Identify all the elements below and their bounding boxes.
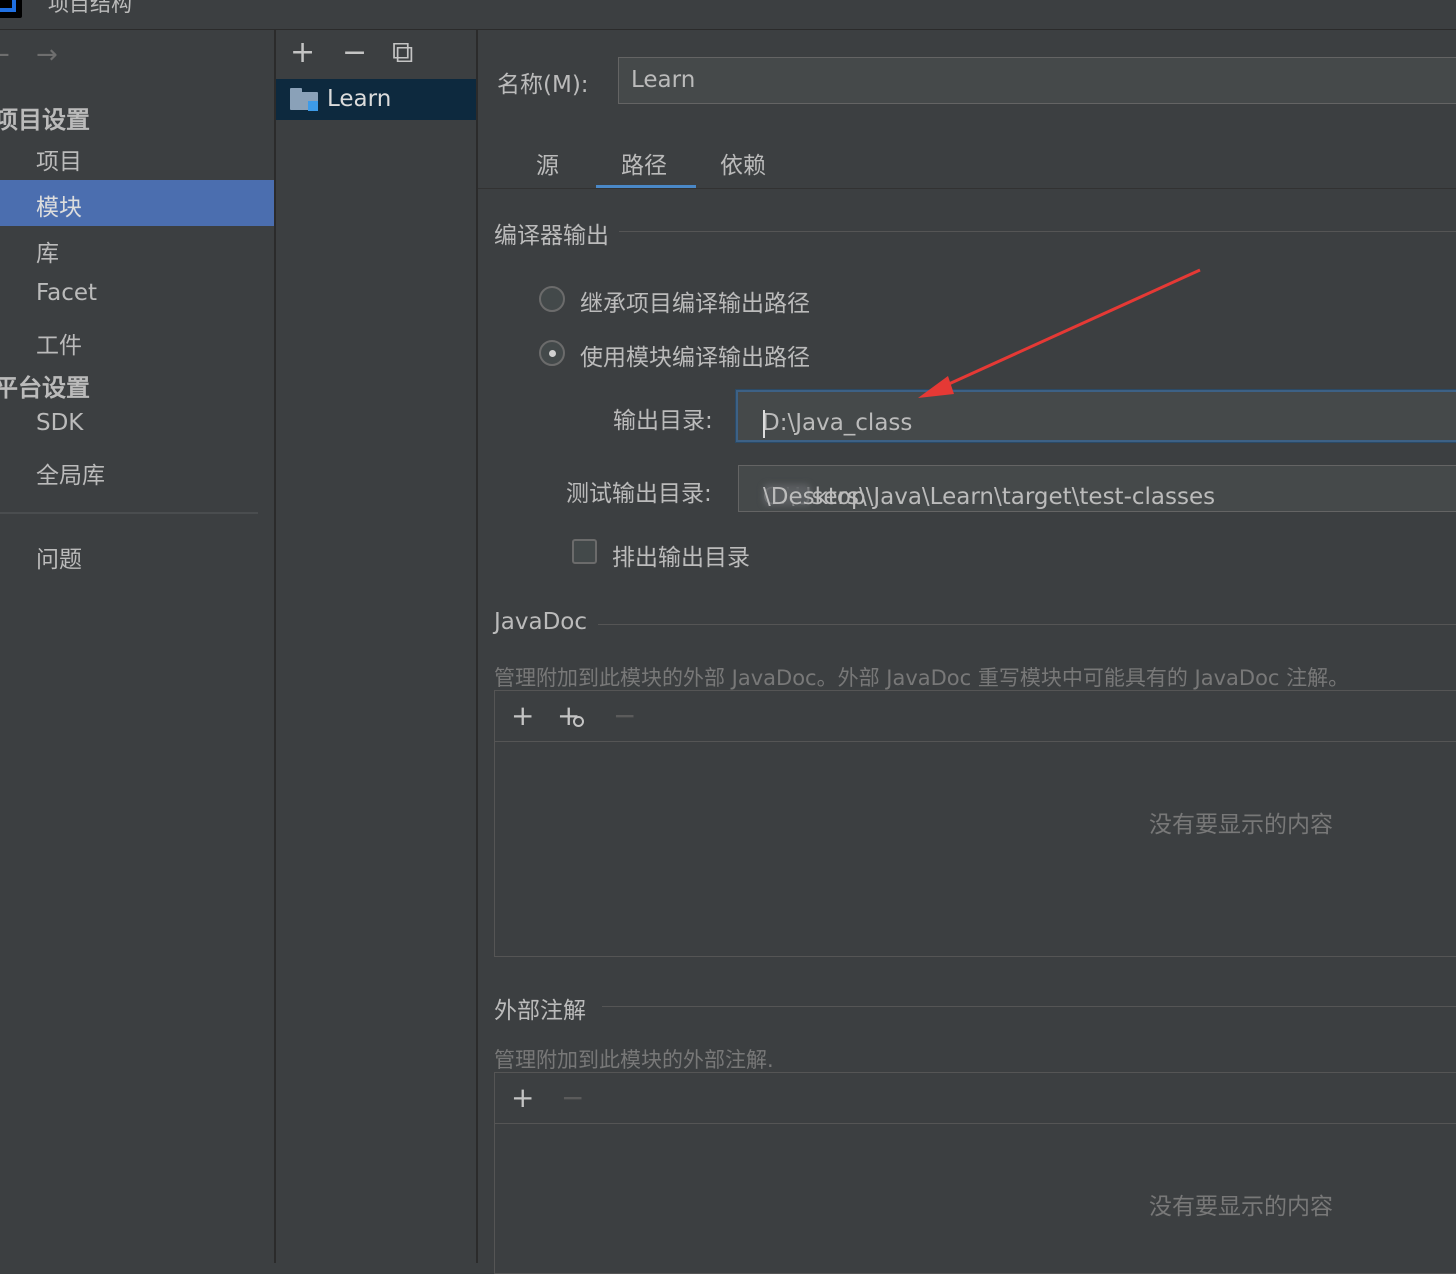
- annotation-arrow-icon: [918, 268, 1201, 398]
